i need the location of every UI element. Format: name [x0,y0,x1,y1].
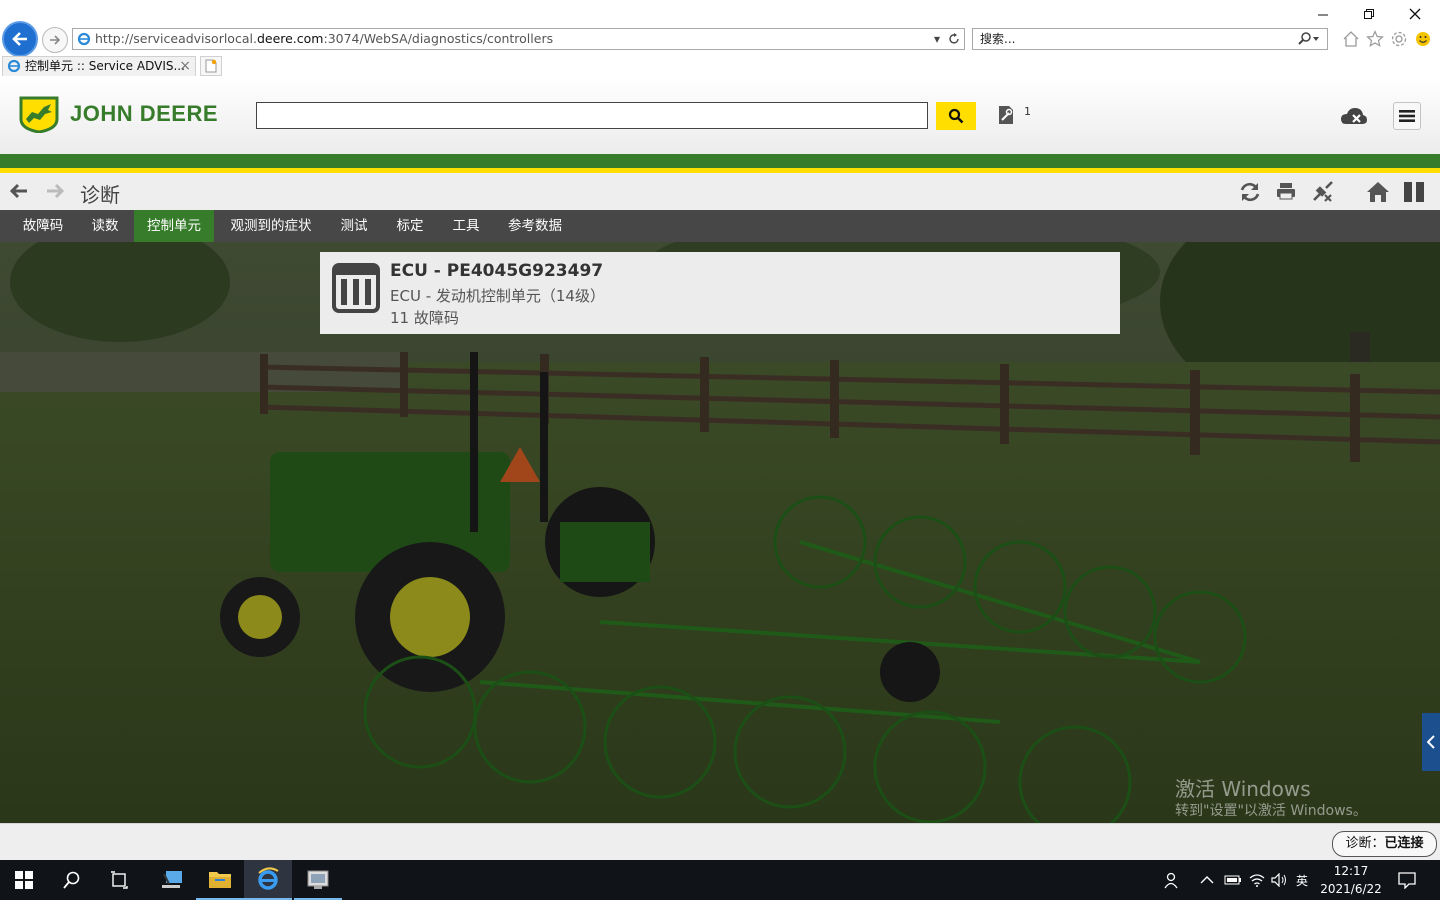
taskbar-app-ie[interactable] [244,860,292,900]
search-icon [63,871,80,889]
search-icon[interactable] [1297,29,1319,52]
start-button[interactable] [0,860,48,900]
search-icon [948,108,964,124]
hamburger-menu-button[interactable] [1393,102,1421,130]
taskbar-app-explorer[interactable] [196,860,244,900]
tab-tools[interactable]: 工具 [440,210,492,242]
ie-page-icon [7,59,21,73]
chevron-left-icon [1427,735,1435,749]
app-search-button[interactable] [936,102,976,130]
restore-button[interactable] [1346,0,1392,28]
tab-title: 控制单元 :: Service ADVIS... [25,59,185,73]
folder-icon [209,872,231,888]
tab-controllers[interactable]: 控制单元 [134,210,214,242]
input-method-indicator[interactable]: 英 [1296,860,1308,900]
app-header: JOHN DEERE 1 [0,77,1440,154]
browser-tab[interactable]: 控制单元 :: Service ADVIS... × [2,56,196,76]
search-placeholder: 搜索... [980,32,1016,46]
volume-icon[interactable] [1271,860,1287,900]
tab-tests[interactable]: 测试 [328,210,380,242]
page-title: 诊断 [80,183,120,207]
ecu-controller-card[interactable]: ECU - PE4045G923497 ECU - 发动机控制单元（14级） 1… [320,252,1120,334]
connection-status-badge[interactable]: 诊断：已连接 [1332,831,1437,857]
favorites-star-icon[interactable] [1366,30,1384,48]
diagnostics-tab-bar: 故障码 读数 控制单元 观测到的症状 测试 标定 工具 参考数据 [0,210,1440,242]
address-bar[interactable]: http://serviceadvisorlocal.deere.com:307… [72,28,965,50]
windows-taskbar: 英 12:17 2021/6/22 [0,860,1440,900]
tab-fault-codes[interactable]: 故障码 [10,210,76,242]
tab-calibration[interactable]: 标定 [384,210,436,242]
task-view-icon [111,871,128,889]
wrench-document-icon [999,106,1013,124]
activation-watermark-subtitle: 转到"设置"以激活 Windows。 [1175,803,1367,819]
tab-readings[interactable]: 读数 [78,210,132,242]
tab-reference-data[interactable]: 参考数据 [496,210,574,242]
back-arrow-icon[interactable] [9,182,29,200]
feedback-smiley-icon[interactable] [1414,30,1432,48]
internet-explorer-icon [258,867,279,890]
status-label: 诊断： [1345,836,1385,851]
page-titlebar: 诊断 [0,173,1440,210]
taskbar-app-service-advisor[interactable] [294,860,342,900]
refresh-icon[interactable] [1238,181,1262,203]
computer-network-icon [162,871,182,888]
side-panel-toggle[interactable] [1422,713,1440,771]
new-tab-button[interactable] [200,56,222,76]
taskbar-app-network[interactable] [148,860,196,900]
home-icon[interactable] [1342,30,1360,48]
task-view-button[interactable] [96,860,144,900]
activation-watermark-title: 激活 Windows [1175,777,1311,801]
url-suffix: :3074/WebSA/diagnostics/controllers [323,31,554,46]
clock-time: 12:17 [1333,864,1369,878]
hamburger-icon [1399,110,1415,122]
printer-icon[interactable] [1275,181,1297,201]
battery-icon[interactable] [1224,860,1242,900]
service-advisor-app-icon [307,870,329,889]
url-prefix: http://serviceadvisorlocal. [95,31,257,46]
status-value: 已连接 [1384,836,1424,851]
arrow-left-icon [12,32,27,46]
minimize-button[interactable] [1300,0,1346,28]
tab-close-icon[interactable]: × [179,57,191,76]
show-hidden-icons-chevron-up-icon[interactable] [1200,860,1214,900]
controller-icon [332,263,380,313]
ecu-description: ECU - 发动机控制单元（14级） [390,287,605,305]
browser-forward-button[interactable] [42,27,68,53]
refresh-icon[interactable] [948,33,960,45]
new-tab-icon [205,59,217,73]
deere-leaping-deer-icon [19,96,59,133]
system-clock[interactable]: 12:17 2021/6/22 [1318,862,1384,898]
forward-arrow-icon[interactable] [45,182,65,200]
work-order-badge[interactable]: 1 [997,105,1031,125]
ecu-fault-count: 11 故障码 [390,309,459,327]
people-icon[interactable] [1163,860,1181,900]
status-bar: 诊断：已连接 [0,823,1440,860]
url-host: deere.com [256,31,324,46]
home-icon[interactable] [1366,181,1390,203]
browser-search-input[interactable]: 搜索... [972,28,1328,50]
cloud-disconnected-icon[interactable] [1340,106,1368,132]
badge-count: 1 [1024,105,1031,118]
ie-page-icon [77,32,91,46]
brand-stripe-green [0,154,1440,168]
address-dropdown-icon[interactable]: ▾ [934,29,940,49]
logo-text: JOHN DEERE [70,101,219,126]
ecu-title: ECU - PE4045G923497 [390,261,604,281]
arrow-right-icon [50,35,61,45]
app-search-input[interactable] [256,102,928,129]
taskbar-search-button[interactable] [48,860,96,900]
tab-observed-symptoms[interactable]: 观测到的症状 [218,210,324,242]
windows-logo-icon [15,871,33,889]
browser-toolbar: http://serviceadvisorlocal.deere.com:307… [0,0,1440,57]
pause-icon[interactable] [1403,181,1425,203]
close-window-button[interactable] [1392,0,1438,28]
wifi-icon[interactable] [1249,860,1265,900]
clock-date: 2021/6/22 [1320,882,1382,896]
browser-back-button[interactable] [2,21,38,57]
disconnect-plug-icon[interactable] [1311,181,1335,203]
john-deere-logo[interactable]: JOHN DEERE [18,95,218,133]
settings-gear-icon[interactable] [1390,30,1408,48]
notification-center-icon[interactable] [1398,860,1416,900]
